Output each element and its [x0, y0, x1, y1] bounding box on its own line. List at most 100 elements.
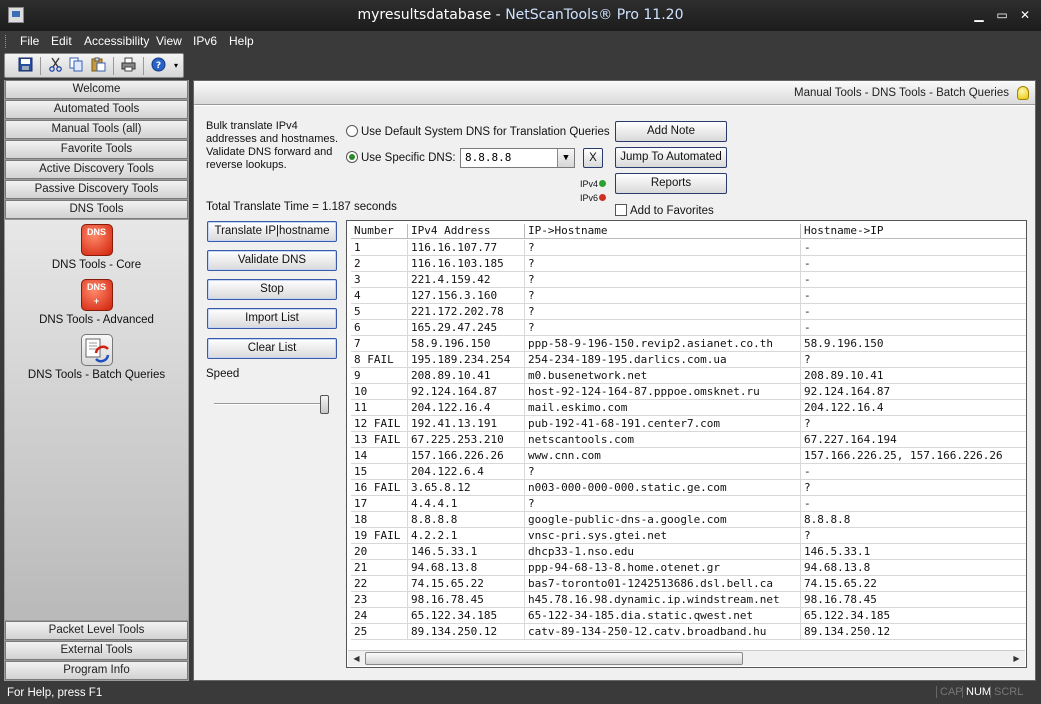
nav-manual-tools[interactable]: Manual Tools (all) [5, 120, 188, 139]
nav-external-tools[interactable]: External Tools [5, 641, 188, 660]
dns-server-combobox[interactable]: 8.8.8.8 ▼ [460, 148, 575, 168]
cell-ipv4: 92.124.164.87 [408, 384, 525, 400]
nav-passive-discovery-tools[interactable]: Passive Discovery Tools [5, 180, 188, 199]
nav-program-info[interactable]: Program Info [5, 661, 188, 680]
toolbar-separator [113, 57, 114, 75]
nav-packet-level-tools[interactable]: Packet Level Tools [5, 621, 188, 640]
clear-dns-button[interactable]: X [583, 148, 603, 168]
table-row[interactable]: 6 165.29.47.245? - [351, 320, 1026, 336]
jump-to-automated-button[interactable]: Jump To Automated [615, 147, 727, 168]
nav-welcome[interactable]: Welcome [5, 80, 188, 99]
menu-ipv6[interactable]: IPv6 [193, 34, 217, 48]
results-table[interactable]: Number IPv4 Address IP->Hostname Hostnam… [346, 220, 1027, 668]
table-row[interactable]: 20 146.5.33.1 dhcp33-1.nso.edu 146.5.33.1 [351, 544, 1026, 560]
table-row[interactable]: 14 157.166.226.26 www.cnn.com 157.166.226.2… [351, 448, 1026, 464]
cell-ipv4: 94.68.13.8 [408, 560, 525, 576]
print-icon[interactable] [120, 57, 137, 74]
paste-icon[interactable] [90, 57, 107, 74]
table-row[interactable]: 23 98.16.78.45 h45.78.16.98.dynamic.ip.win… [351, 592, 1026, 608]
minimize-button[interactable]: ▁ [969, 6, 989, 24]
translate-button[interactable]: Translate IP|hostname [207, 221, 337, 242]
table-row[interactable]: 2 116.16.103.185? - [351, 256, 1026, 272]
cell-ip-to-hostname: 65-122-34-185.dia.static.qwest.net [525, 608, 801, 624]
cell-ip-to-hostname: ppp-94-68-13-8.home.otenet.gr [525, 560, 801, 576]
cut-icon[interactable] [47, 57, 64, 74]
close-button[interactable]: ✕ [1015, 6, 1035, 24]
radio-specific-indicator[interactable] [346, 151, 358, 163]
table-row[interactable]: 11 204.122.16.4 mail.eskimo.com 204.122.16.… [351, 400, 1026, 416]
table-row[interactable]: 5 221.172.202.78? - [351, 304, 1026, 320]
help-icon[interactable]: ? [150, 57, 167, 74]
table-row[interactable]: 12 FAIL 192.41.13.191 pub-192-41-68-191.ce… [351, 416, 1026, 432]
scroll-left-icon[interactable]: ◀ [349, 652, 364, 665]
radio-specific-dns[interactable]: Use Specific DNS: [346, 151, 456, 164]
radio-default-dns[interactable]: Use Default System DNS for Translation Q… [346, 125, 610, 138]
cell-number: 23 [351, 592, 408, 608]
validate-dns-button[interactable]: Validate DNS [207, 250, 337, 271]
speed-slider-thumb[interactable] [320, 395, 329, 414]
save-icon[interactable] [17, 57, 34, 74]
table-row[interactable]: 17 4.4.4.1? - [351, 496, 1026, 512]
table-row[interactable]: 22 74.15.65.22 bas7-toronto01-1242513686.d… [351, 576, 1026, 592]
table-row[interactable]: 10 92.124.164.87 host-92-124-164-87.pppoe.… [351, 384, 1026, 400]
nav-dns-tools[interactable]: DNS Tools [5, 200, 188, 219]
column-header-ip-to-hostname[interactable]: IP->Hostname [525, 224, 801, 239]
column-header-ipv4[interactable]: IPv4 Address [408, 224, 525, 239]
reports-button[interactable]: Reports [615, 173, 727, 194]
tool-dns-advanced[interactable]: DNS + DNS Tools - Advanced [5, 279, 188, 326]
table-row[interactable]: 24 65.122.34.185 65-122-34-185.dia.static.… [351, 608, 1026, 624]
table-row[interactable]: 4 127.156.3.160? - [351, 288, 1026, 304]
table-row[interactable]: 9 208.89.10.41 m0.busenetwork.net 208.89.10… [351, 368, 1026, 384]
cell-ipv4: 165.29.47.245 [408, 320, 525, 336]
cell-ipv4: 146.5.33.1 [408, 544, 525, 560]
caps-lock-indicator: CAP [936, 686, 963, 698]
nav-active-discovery-tools[interactable]: Active Discovery Tools [5, 160, 188, 179]
add-note-button[interactable]: Add Note [615, 121, 727, 142]
radio-default-indicator[interactable] [346, 125, 358, 137]
table-row[interactable]: 25 89.134.250.12 catv-89-134-250-12.catv.b… [351, 624, 1026, 640]
scroll-right-icon[interactable]: ▶ [1009, 652, 1024, 665]
stop-button[interactable]: Stop [207, 279, 337, 300]
menu-help[interactable]: Help [229, 34, 254, 48]
cell-number: 21 [351, 560, 408, 576]
tool-dns-batch-queries[interactable]: DNS Tools - Batch Queries [5, 334, 188, 381]
menu-edit[interactable]: Edit [51, 34, 72, 48]
table-row[interactable]: 1 116.16.107.77? - [351, 240, 1026, 256]
maximize-button[interactable]: ▭ [992, 6, 1012, 24]
menu-view[interactable]: View [156, 34, 182, 48]
table-row[interactable]: 21 94.68.13.8 ppp-94-68-13-8.home.otenet.g… [351, 560, 1026, 576]
nav-automated-tools[interactable]: Automated Tools [5, 100, 188, 119]
column-header-number[interactable]: Number [351, 224, 408, 239]
column-header-hostname-to-ip[interactable]: Hostname->IP [801, 224, 1026, 239]
menu-accessibility[interactable]: Accessibility [84, 34, 149, 48]
checkbox-box[interactable] [615, 204, 627, 216]
cell-hostname-to-ip: 204.122.16.4 [801, 400, 1026, 416]
table-row[interactable]: 19 FAIL 4.2.2.1 vnsc-pri.sys.gtei.net? [351, 528, 1026, 544]
chevron-down-icon[interactable]: ▼ [557, 149, 574, 167]
tool-dns-core[interactable]: DNS DNS Tools - Core [5, 224, 188, 271]
copy-icon[interactable] [68, 57, 85, 74]
import-list-button[interactable]: Import List [207, 308, 337, 329]
speed-slider-track[interactable] [214, 403, 329, 405]
toolbar-overflow-icon[interactable]: ▾ [171, 57, 181, 74]
dns-icon-text: DNS [86, 282, 106, 292]
scrollbar-thumb[interactable] [365, 652, 743, 665]
table-row[interactable]: 13 FAIL 67.225.253.210 netscantools.com 67.… [351, 432, 1026, 448]
nav-favorite-tools[interactable]: Favorite Tools [5, 140, 188, 159]
cell-hostname-to-ip: ? [801, 528, 1026, 544]
horizontal-scrollbar[interactable]: ◀ ▶ [348, 650, 1025, 666]
table-row[interactable]: 16 FAIL 3.65.8.12 n003-000-000-000.static.… [351, 480, 1026, 496]
table-row[interactable]: 3 221.4.159.42? - [351, 272, 1026, 288]
menu-file[interactable]: File [20, 34, 39, 48]
clear-list-button[interactable]: Clear List [207, 338, 337, 359]
cell-ip-to-hostname: mail.eskimo.com [525, 400, 801, 416]
table-row[interactable]: 15 204.122.6.4? - [351, 464, 1026, 480]
add-to-favorites-checkbox[interactable]: Add to Favorites [615, 204, 714, 217]
title-separator: - [491, 7, 506, 23]
table-row[interactable]: 8 FAIL 195.189.234.254 254-234-189-195.dar… [351, 352, 1026, 368]
tool-dns-batch-label: DNS Tools - Batch Queries [27, 369, 166, 381]
dns-tools-list: DNS DNS Tools - Core DNS + DNS Tools - Ad… [5, 220, 188, 620]
table-row[interactable]: 7 58.9.196.150 ppp-58-9-196-150.revip2.asi… [351, 336, 1026, 352]
lightbulb-icon[interactable] [1017, 86, 1029, 100]
table-row[interactable]: 18 8.8.8.8 google-public-dns-a.google.com 8… [351, 512, 1026, 528]
